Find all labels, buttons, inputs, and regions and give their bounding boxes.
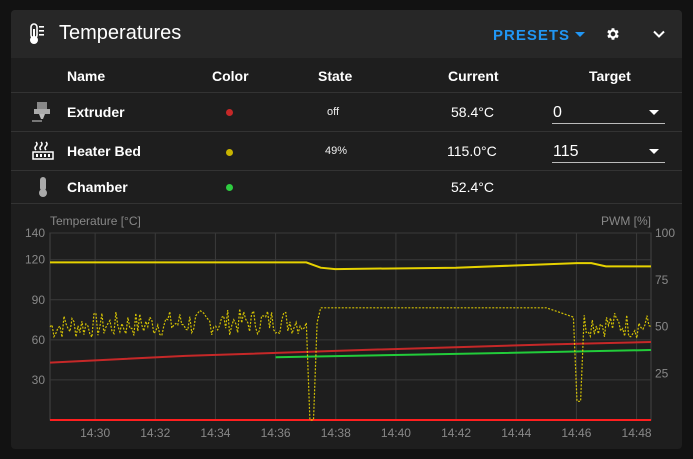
- table-row-heater-bed: Heater Bed 49% 115.0°C 115: [11, 132, 682, 171]
- temperature-chart-svg: 140 120 90 60 30 100 75 50 25 14:30 14:32 14:34 14:3…: [25, 214, 675, 440]
- color-swatch-extruder[interactable]: [226, 109, 233, 116]
- row-name: Chamber: [67, 179, 128, 195]
- row-current: 58.4°C: [451, 104, 494, 120]
- x-tick-label: 14:44: [501, 426, 531, 440]
- row-current: 52.4°C: [451, 179, 494, 195]
- y-axis-label: Temperature [°C]: [50, 214, 141, 228]
- col-color: Color: [212, 68, 249, 84]
- y-tick-label: 90: [32, 293, 46, 307]
- y2-tick-label: 25: [655, 366, 669, 380]
- y-tick-label: 120: [25, 253, 45, 267]
- y2-tick-label: 100: [655, 226, 675, 240]
- col-target: Target: [589, 68, 631, 84]
- thermometer-icon: [39, 177, 47, 197]
- series-heater-bed-pwm: [49, 307, 652, 421]
- x-tick-label: 14:38: [321, 426, 351, 440]
- panel-header: Temperatures PRESETS: [11, 10, 682, 58]
- row-state: off: [327, 106, 340, 118]
- gear-icon[interactable]: [605, 26, 621, 42]
- color-swatch-heater-bed[interactable]: [226, 149, 233, 156]
- x-tick-label: 14:34: [200, 426, 230, 440]
- y2-tick-label: 75: [655, 273, 669, 287]
- table-row-extruder: Extruder off 58.4°C 0: [11, 93, 682, 132]
- y-tick-label: 60: [32, 333, 46, 347]
- x-tick-label: 14:32: [140, 426, 170, 440]
- row-name: Extruder: [67, 104, 125, 120]
- y-tick-label: 30: [32, 373, 46, 387]
- color-swatch-chamber[interactable]: [226, 184, 233, 191]
- x-tick-label: 14:46: [561, 426, 591, 440]
- caret-down-icon: [649, 110, 659, 115]
- target-value: 0: [553, 104, 562, 121]
- target-value: 115: [553, 143, 579, 160]
- caret-down-icon: [649, 149, 659, 154]
- target-select-extruder[interactable]: 0: [552, 101, 665, 124]
- chevron-down-icon[interactable]: [652, 27, 666, 41]
- thermometer-icon: [30, 23, 44, 44]
- x-tick-label: 14:42: [441, 426, 471, 440]
- temperature-chart: 140 120 90 60 30 100 75 50 25 14:30 14:32 14:34 14:3…: [11, 203, 682, 449]
- col-name: Name: [67, 68, 106, 84]
- temperatures-panel: Temperatures PRESETS Name Color State Cu…: [11, 10, 682, 449]
- y-tick-label: 140: [25, 226, 45, 240]
- panel-title: Temperatures: [59, 22, 182, 44]
- x-tick-label: 14:30: [80, 426, 110, 440]
- presets-label: PRESETS: [493, 26, 571, 44]
- target-select-heater-bed[interactable]: 115: [552, 140, 665, 163]
- x-tick-label: 14:40: [381, 426, 411, 440]
- presets-button[interactable]: PRESETS: [493, 24, 586, 46]
- y2-tick-label: 50: [655, 320, 669, 334]
- x-tick-label: 14:48: [622, 426, 652, 440]
- plot-frame: [49, 232, 652, 421]
- row-state: 49%: [325, 145, 348, 157]
- col-current: Current: [448, 68, 499, 84]
- series-heater-bed: [50, 261, 651, 271]
- extruder-icon: [32, 102, 50, 122]
- y2-axis-label: PWM [%]: [601, 214, 651, 228]
- col-state: State: [318, 68, 353, 84]
- row-current: 115.0°C: [447, 143, 497, 159]
- row-name: Heater Bed: [67, 143, 141, 159]
- table-row-chamber: Chamber 52.4°C: [11, 171, 682, 204]
- table-header: Name Color State Current Target: [11, 58, 682, 93]
- x-tick-label: 14:36: [261, 426, 291, 440]
- heater-bed-icon: [32, 141, 54, 160]
- caret-down-icon: [575, 32, 586, 37]
